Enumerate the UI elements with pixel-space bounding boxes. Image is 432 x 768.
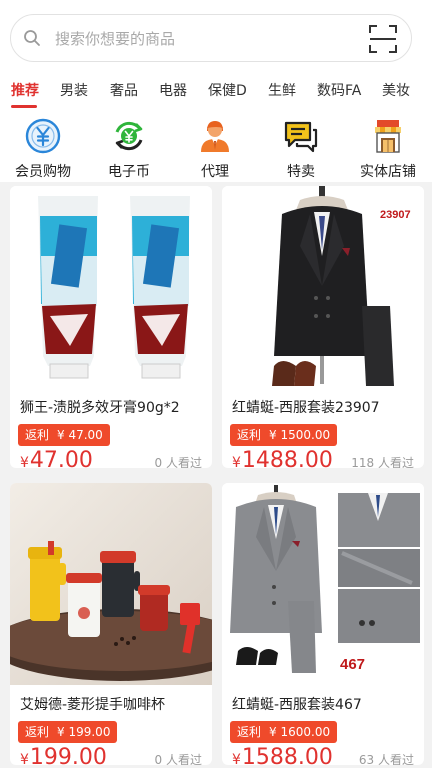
rebate-badge: 返利 ¥ 1600.00 bbox=[230, 721, 338, 743]
active-tab-indicator bbox=[11, 105, 37, 108]
tab-digital[interactable]: 数码FA bbox=[317, 78, 361, 104]
category-physical-store[interactable]: 实体店铺 bbox=[345, 112, 431, 182]
rebate-badge: 返利 ¥ 199.00 bbox=[18, 721, 118, 743]
view-count: 118 人看过 bbox=[351, 456, 414, 468]
product-card[interactable]: 狮王-渍脱多效牙膏90g*2 返利 ¥ 47.00 ¥47.00 0 人看过 bbox=[10, 186, 212, 468]
chat-bubbles-icon bbox=[284, 121, 318, 153]
product-price: ¥47.00 bbox=[20, 448, 93, 468]
search-icon bbox=[24, 30, 40, 46]
product-card[interactable]: 467 红蜻蜓-西服套装467 返利 ¥ 1600.00 ¥1588.00 63 … bbox=[222, 483, 424, 765]
search-bar[interactable]: 搜索你想要的商品 bbox=[10, 14, 412, 62]
tab-luxury[interactable]: 奢品 bbox=[110, 78, 138, 104]
product-name: 红蜻蜓-西服套装467 bbox=[232, 697, 362, 713]
category-special-sale[interactable]: 特卖 bbox=[258, 112, 344, 182]
view-count: 63 人看过 bbox=[358, 753, 414, 765]
view-count: 0 人看过 bbox=[154, 456, 202, 468]
category-member-shopping[interactable]: 会员购物 bbox=[0, 112, 86, 182]
category-e-currency[interactable]: 电子币 bbox=[86, 112, 172, 182]
category-agent[interactable]: 代理 bbox=[172, 112, 258, 182]
product-image bbox=[10, 186, 212, 388]
tab-fresh[interactable]: 生鲜 bbox=[268, 78, 296, 104]
tab-health[interactable]: 保健D bbox=[208, 78, 247, 104]
product-image bbox=[10, 483, 212, 685]
category-label: 电子币 bbox=[108, 164, 150, 180]
agent-person-icon bbox=[201, 121, 229, 152]
product-name: 红蜻蜓-西服套装23907 bbox=[232, 400, 380, 416]
category-shortcuts: 会员购物 电子币 代理 特卖 实体店铺 bbox=[0, 112, 432, 182]
product-image: 23907 bbox=[222, 186, 424, 388]
search-input[interactable]: 搜索你想要的商品 bbox=[55, 15, 175, 63]
tab-menswear[interactable]: 男装 bbox=[60, 78, 88, 104]
yuan-coin-icon bbox=[25, 118, 61, 154]
scan-icon[interactable] bbox=[367, 23, 399, 55]
store-icon bbox=[375, 120, 401, 153]
product-name: 狮王-渍脱多效牙膏90g*2 bbox=[20, 400, 180, 416]
rebate-badge: 返利 ¥ 1500.00 bbox=[230, 424, 338, 446]
category-tabs: 推荐 男装 奢品 电器 保健D 生鲜 数码FA 美妆 bbox=[0, 78, 432, 108]
product-card[interactable]: 艾姆德-菱形提手咖啡杯 返利 ¥ 199.00 ¥199.00 0 人看过 bbox=[10, 483, 212, 765]
product-name: 艾姆德-菱形提手咖啡杯 bbox=[20, 697, 166, 713]
view-count: 0 人看过 bbox=[154, 753, 202, 765]
category-label: 会员购物 bbox=[15, 164, 71, 180]
category-label: 特卖 bbox=[287, 164, 315, 180]
image-label: 23907 bbox=[380, 209, 411, 221]
product-image: 467 bbox=[222, 483, 424, 685]
tab-appliances[interactable]: 电器 bbox=[159, 78, 187, 104]
image-label: 467 bbox=[340, 656, 365, 673]
header-area: 搜索你想要的商品 推荐 男装 奢品 电器 保健D 生鲜 数码FA 美妆 会员购物 bbox=[0, 0, 432, 182]
product-price: ¥1588.00 bbox=[232, 745, 333, 765]
product-price: ¥199.00 bbox=[20, 745, 107, 765]
rebate-badge: 返利 ¥ 47.00 bbox=[18, 424, 110, 446]
category-label: 代理 bbox=[201, 164, 229, 180]
product-price: ¥1488.00 bbox=[232, 448, 333, 468]
product-card[interactable]: 23907 红蜻蜓-西服套装23907 返利 ¥ 1500.00 ¥1488.00… bbox=[222, 186, 424, 468]
category-label: 实体店铺 bbox=[360, 164, 416, 180]
tab-beauty[interactable]: 美妆 bbox=[382, 78, 410, 104]
tab-recommend[interactable]: 推荐 bbox=[11, 78, 39, 104]
yuan-refresh-icon bbox=[115, 121, 143, 151]
